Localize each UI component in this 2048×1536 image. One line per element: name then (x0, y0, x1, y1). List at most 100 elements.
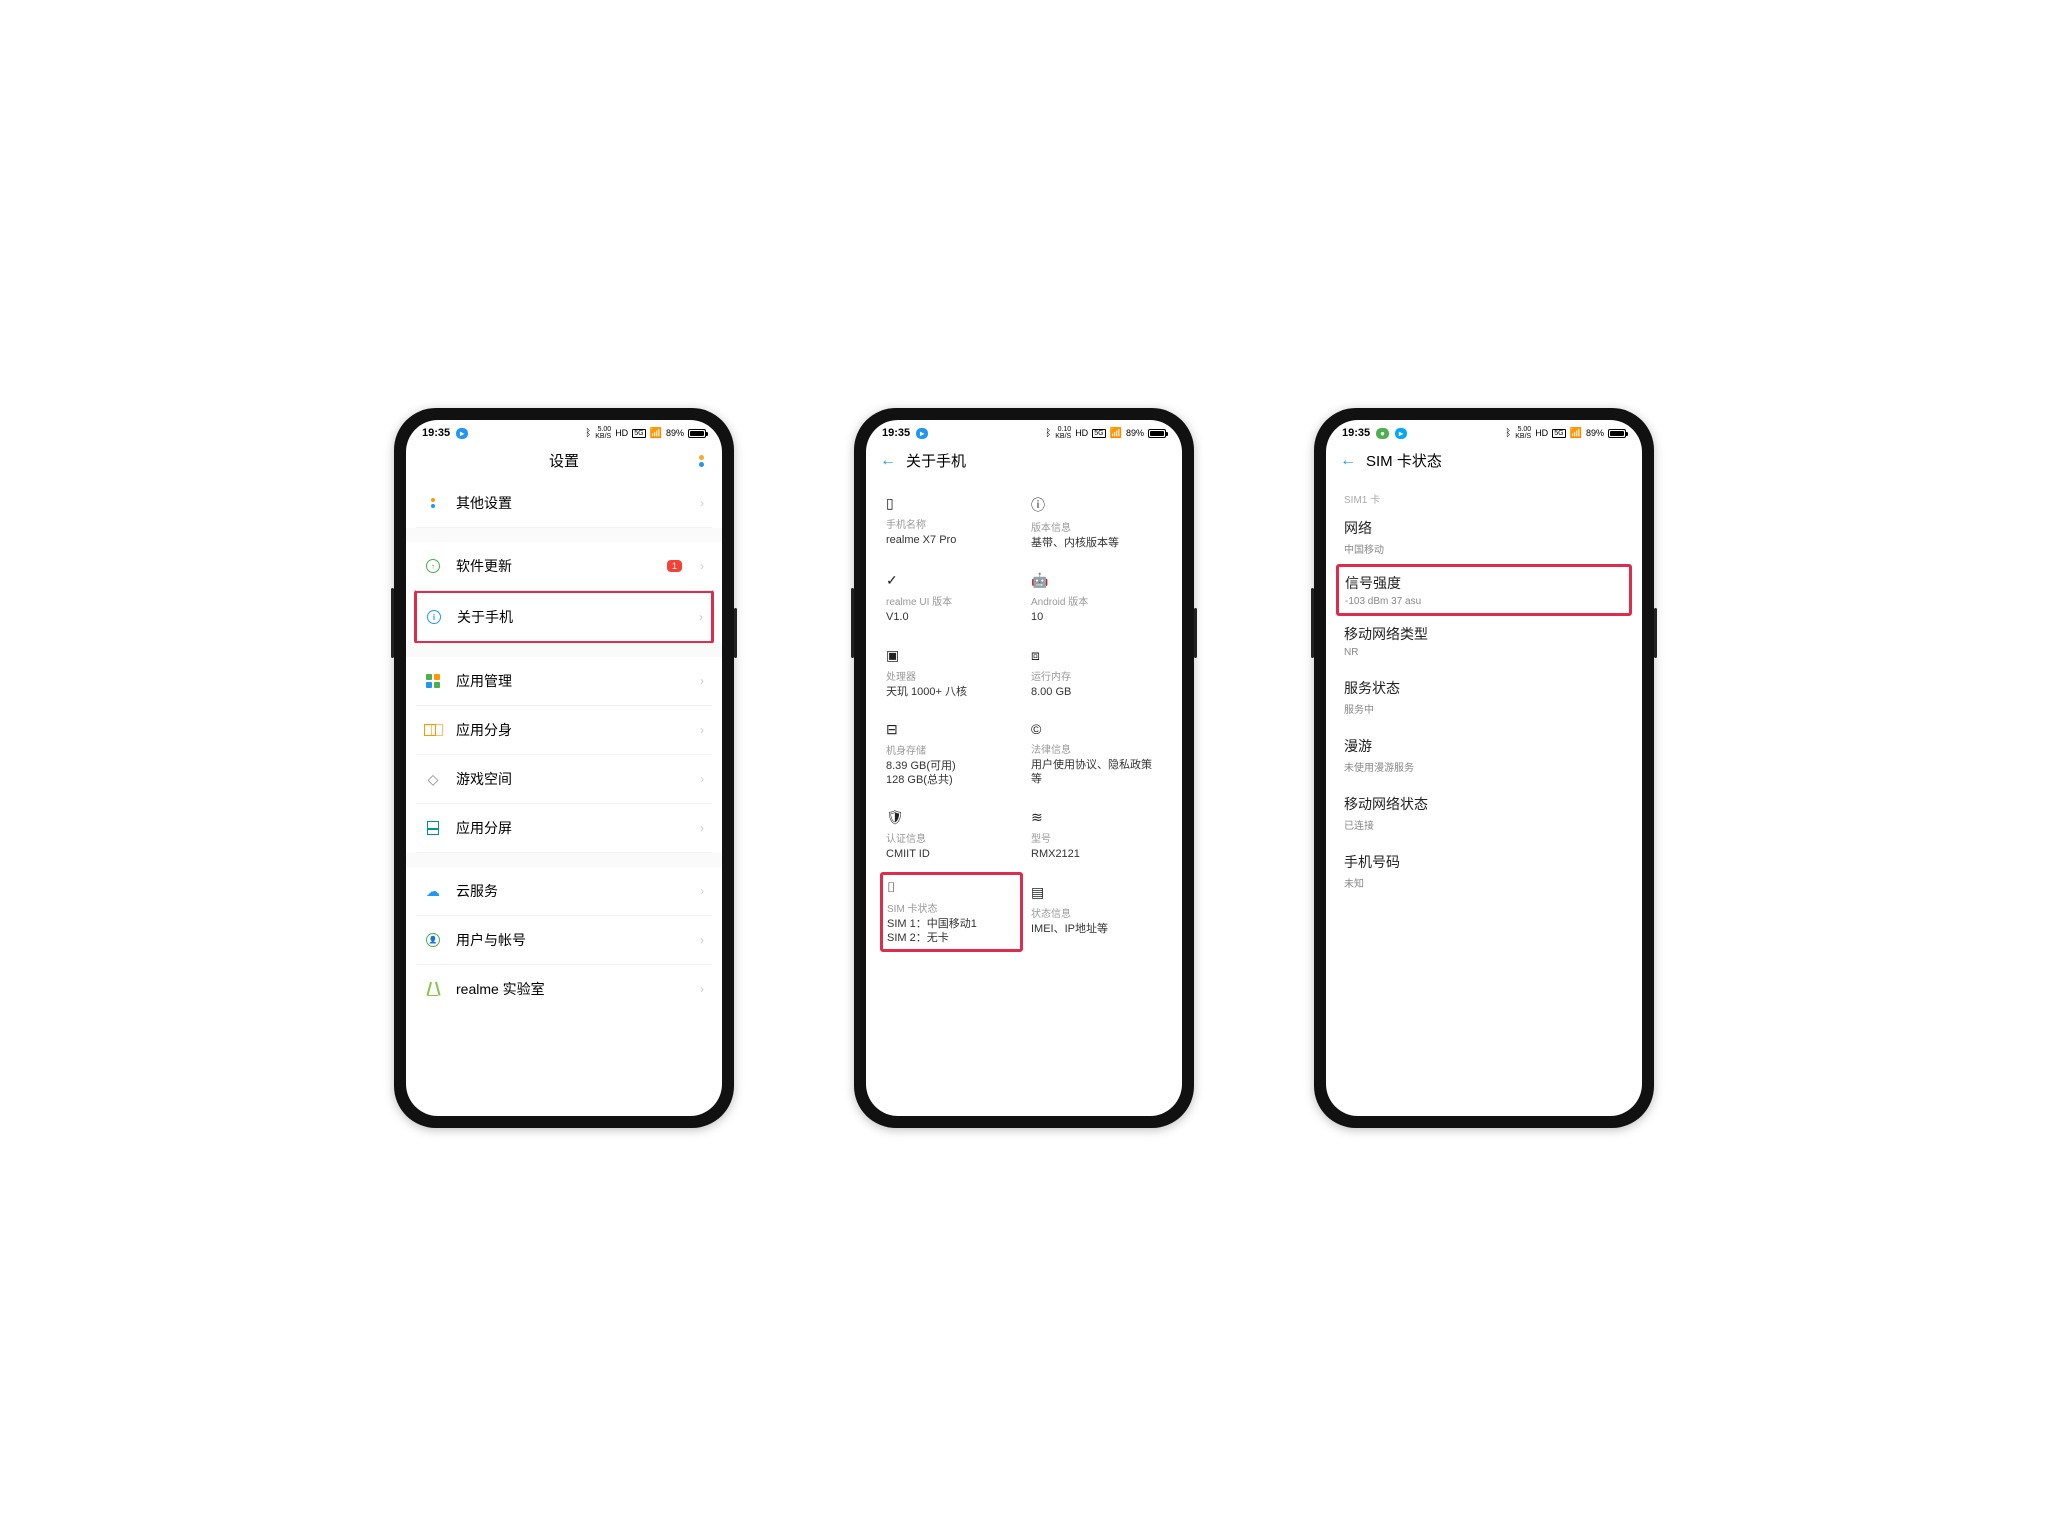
item-network-type[interactable]: 移动网络类型 NR (1344, 614, 1624, 668)
cell-title: 机身存储 (886, 742, 1017, 757)
cell-title: 版本信息 (1031, 519, 1162, 534)
storage-icon: ⊟ (886, 721, 1017, 738)
chevron-right-icon: › (700, 933, 704, 947)
page-title: SIM 卡状态 (1366, 450, 1442, 471)
cell-title: 手机名称 (886, 516, 1017, 531)
status-pill-icon: ▸ (1395, 428, 1407, 439)
cell-storage[interactable]: ⊟ 机身存储 8.39 GB(可用)128 GB(总共) (884, 713, 1019, 798)
item-roaming[interactable]: 漫游 未使用漫游服务 (1344, 726, 1624, 784)
cell-value: 10 (1031, 610, 1162, 624)
item-value: 中国移动 (1344, 541, 1624, 556)
update-icon: ↑ (426, 559, 440, 573)
item-signal-strength[interactable]: 信号强度 -103 dBm 37 asu (1336, 564, 1632, 616)
header: ← 关于手机 (866, 442, 1182, 479)
row-label: realme 实验室 (456, 979, 686, 999)
cell-legal[interactable]: © 法律信息 用户使用协议、隐私政策等 (1029, 713, 1164, 798)
chevron-right-icon: › (700, 772, 704, 786)
row-label: 云服务 (456, 881, 686, 901)
row-game-space[interactable]: ◇ 游戏空间 › (416, 755, 712, 804)
status-time: 19:35 (1342, 427, 1370, 439)
row-other-settings[interactable]: 其他设置 › (416, 479, 712, 528)
cell-device-name[interactable]: ▯ 手机名称 realme X7 Pro (884, 487, 1019, 560)
cell-cert[interactable]: 🛡 认证信息 CMIIT ID (884, 801, 1019, 871)
cell-title: 认证信息 (886, 830, 1017, 845)
cell-android[interactable]: 🤖 Android 版本 10 (1029, 564, 1164, 634)
status-hd: HD (1535, 428, 1548, 438)
check-icon: ✓ (886, 572, 1017, 589)
status-time: 19:35 (882, 427, 910, 439)
cell-value: realme X7 Pro (886, 533, 1017, 547)
doc-icon: ▤ (1031, 884, 1162, 901)
status-pill-icon: ● (1376, 428, 1389, 439)
signal-icon: 📶 (1570, 428, 1582, 439)
cell-title: 运行内存 (1031, 668, 1162, 683)
section-label: SIM1 卡 (1344, 485, 1624, 508)
row-app-clone[interactable]: 应用分身 › (416, 706, 712, 755)
page-title: 设置 (549, 450, 579, 471)
shield-icon: 🛡 (886, 809, 1017, 826)
row-split-screen[interactable]: 应用分屏 › (416, 804, 712, 853)
menu-icon[interactable] (699, 455, 704, 467)
cloud-icon: ☁ (426, 883, 440, 900)
screen-3: 19:35 ● ▸ ᛒ 5.00 KB/S HD 5G 📶 89% (1326, 420, 1642, 1116)
status-hd: HD (1075, 428, 1088, 438)
cell-status-info[interactable]: ▤ 状态信息 IMEI、IP地址等 (1029, 876, 1164, 949)
status-pill-icon: ▸ (916, 428, 928, 439)
highlight-about-phone: i 关于手机 › (414, 590, 714, 644)
status-bar: 19:35 ▸ ᛒ 5.00 KB/S HD 5G 📶 89% (406, 420, 722, 442)
row-label: 应用管理 (456, 671, 686, 691)
chip-icon: ▣ (886, 647, 1017, 664)
info-icon: ⓘ (1031, 495, 1162, 515)
cell-cpu[interactable]: ▣ 处理器 天玑 1000+ 八核 (884, 639, 1019, 709)
cell-ram[interactable]: ⧈ 运行内存 8.00 GB (1029, 639, 1164, 709)
row-app-management[interactable]: 应用管理 › (416, 657, 712, 706)
row-software-update[interactable]: ↑ 软件更新 1 › (416, 542, 712, 591)
user-icon: 👤 (426, 933, 440, 947)
row-cloud[interactable]: ☁ 云服务 › (416, 867, 712, 916)
cell-sim-status[interactable]: ⌷ SIM 卡状态 SIM 1：中国移动1SIM 2：无卡 (880, 872, 1023, 953)
cell-value: 用户使用协议、隐私政策等 (1031, 758, 1162, 787)
bluetooth-icon: ᛒ (1505, 428, 1511, 439)
copyright-icon: © (1031, 721, 1162, 737)
battery-icon (688, 429, 706, 438)
status-battery-pct: 89% (1126, 428, 1144, 438)
info-icon: i (427, 610, 441, 624)
game-icon: ◇ (428, 771, 439, 788)
item-service-state[interactable]: 服务状态 服务中 (1344, 668, 1624, 726)
cell-model[interactable]: ≋ 型号 RMX2121 (1029, 801, 1164, 871)
bluetooth-icon: ᛒ (1045, 428, 1051, 439)
item-phone-number[interactable]: 手机号码 未知 (1344, 842, 1624, 900)
item-value: -103 dBm 37 asu (1345, 596, 1623, 607)
cell-title: 法律信息 (1031, 741, 1162, 756)
sim-icon: ⌷ (887, 879, 1016, 896)
row-realme-lab[interactable]: realme 实验室 › (416, 965, 712, 1013)
phone-icon: ▯ (886, 495, 1017, 512)
chevron-right-icon: › (699, 610, 703, 624)
cell-value: 天玑 1000+ 八核 (886, 685, 1017, 699)
status-netspeed: 5.00 KB/S (595, 426, 611, 440)
status-hd: HD (615, 428, 628, 438)
item-data-state[interactable]: 移动网络状态 已连接 (1344, 784, 1624, 842)
status-pill-icon: ▸ (456, 428, 468, 439)
split-icon (427, 821, 439, 835)
cell-realme-ui[interactable]: ✓ realme UI 版本 V1.0 (884, 564, 1019, 634)
item-value: NR (1344, 647, 1624, 658)
phone-frame-2: 19:35 ▸ ᛒ 0.10 KB/S HD 5G 📶 89% (854, 408, 1194, 1128)
back-arrow-icon[interactable]: ← (880, 452, 896, 470)
row-about-phone[interactable]: i 关于手机 › (417, 593, 711, 641)
cell-value: V1.0 (886, 610, 1017, 624)
row-label: 软件更新 (456, 556, 653, 576)
item-value: 未使用漫游服务 (1344, 759, 1624, 774)
item-network[interactable]: 网络 中国移动 (1344, 508, 1624, 566)
chevron-right-icon: › (700, 982, 704, 996)
row-label: 关于手机 (457, 607, 685, 627)
cell-title: realme UI 版本 (886, 593, 1017, 608)
row-accounts[interactable]: 👤 用户与帐号 › (416, 916, 712, 965)
cell-version-info[interactable]: ⓘ 版本信息 基带、内核版本等 (1029, 487, 1164, 560)
back-arrow-icon[interactable]: ← (1340, 452, 1356, 470)
battery-icon (1148, 429, 1166, 438)
row-label: 应用分屏 (456, 818, 686, 838)
cell-value: 8.39 GB(可用)128 GB(总共) (886, 759, 1017, 788)
status-bar: 19:35 ● ▸ ᛒ 5.00 KB/S HD 5G 📶 89% (1326, 420, 1642, 442)
status-netspeed: 5.00 KB/S (1515, 426, 1531, 440)
